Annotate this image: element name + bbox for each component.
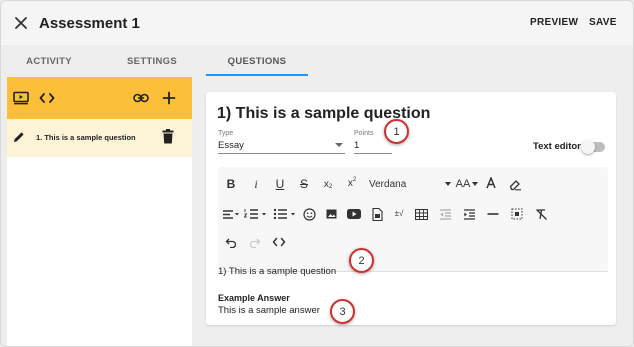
rich-text-editor: B i U S x2 x2 Verdana AA ±√ xyxy=(218,167,608,272)
save-button[interactable]: SAVE xyxy=(589,17,617,28)
insert-video-icon[interactable] xyxy=(346,206,362,222)
font-size-dropdown-arrow-icon[interactable] xyxy=(471,176,479,192)
close-icon[interactable] xyxy=(11,13,31,33)
question-list-panel: 1. This is a sample question xyxy=(7,77,192,346)
bullet-list-icon[interactable] xyxy=(273,206,297,222)
editor-content-text[interactable]: 1) This is a sample question xyxy=(218,266,336,277)
question-list-item[interactable]: 1. This is a sample question xyxy=(7,119,192,157)
text-color-icon[interactable] xyxy=(484,176,498,192)
example-answer-text[interactable]: This is a sample answer xyxy=(218,305,320,316)
tab-questions[interactable]: QUESTIONS xyxy=(206,45,308,77)
clear-formatting-icon[interactable] xyxy=(508,176,522,192)
strikethrough-icon[interactable]: S xyxy=(297,176,311,192)
link-icon[interactable] xyxy=(131,88,151,108)
redo-icon[interactable] xyxy=(248,234,262,250)
bold-icon[interactable]: B xyxy=(224,176,238,192)
page-title: Assessment 1 xyxy=(39,15,140,32)
question-list-toolbar xyxy=(7,77,192,119)
horizontal-rule-icon[interactable] xyxy=(486,206,500,222)
question-card: 1) This is a sample question Type Essay … xyxy=(206,92,616,325)
indent-icon[interactable] xyxy=(462,206,476,222)
example-answer-heading: Example Answer xyxy=(218,293,290,303)
paragraph-align-icon[interactable] xyxy=(222,206,240,222)
tab-bar: ACTIVITY SETTINGS QUESTIONS xyxy=(1,45,633,77)
dropdown-arrow-icon xyxy=(335,143,343,147)
emoji-icon[interactable] xyxy=(302,206,316,222)
preview-button[interactable]: PREVIEW xyxy=(530,17,578,28)
text-editor-toggle-label: Text editor xyxy=(533,141,581,152)
callout-badge: 1 xyxy=(384,119,409,144)
insert-file-icon[interactable] xyxy=(370,206,384,222)
font-dropdown-arrow-icon[interactable] xyxy=(444,176,452,192)
underline-icon[interactable]: U xyxy=(273,176,287,192)
points-field-label: Points xyxy=(354,130,374,137)
superscript-icon[interactable]: x2 xyxy=(344,175,360,191)
code-icon[interactable] xyxy=(37,88,57,108)
special-characters-icon[interactable]: ±√ xyxy=(392,205,406,221)
type-select[interactable]: Essay xyxy=(218,138,345,154)
tab-settings[interactable]: SETTINGS xyxy=(107,45,197,77)
select-all-icon[interactable] xyxy=(510,206,524,222)
add-icon[interactable] xyxy=(159,88,179,108)
app-window: Assessment 1 PREVIEW SAVE ACTIVITY SETTI… xyxy=(0,0,634,347)
tab-activity[interactable]: ACTIVITY xyxy=(1,45,97,77)
question-list-item-label: 1. This is a sample question xyxy=(36,133,136,142)
toggle-knob xyxy=(581,140,595,154)
font-family-select[interactable]: Verdana xyxy=(369,176,429,192)
points-input[interactable]: 1 xyxy=(354,138,392,154)
delete-icon[interactable] xyxy=(162,129,176,145)
code-view-icon[interactable] xyxy=(271,234,287,250)
callout-badge: 2 xyxy=(349,248,374,273)
text-editor-toggle[interactable] xyxy=(581,140,605,154)
font-size-select[interactable]: AA xyxy=(454,176,472,192)
italic-icon[interactable]: i xyxy=(250,176,262,192)
insert-image-icon[interactable] xyxy=(324,206,338,222)
undo-icon[interactable] xyxy=(224,234,238,250)
outdent-icon[interactable] xyxy=(438,206,452,222)
type-field-label: Type xyxy=(218,130,234,137)
callout-badge: 3 xyxy=(330,299,355,324)
type-select-value: Essay xyxy=(218,140,244,151)
edit-icon[interactable] xyxy=(12,129,26,145)
clear-styles-icon[interactable] xyxy=(534,206,548,222)
active-tab-indicator xyxy=(206,74,308,76)
preview-icon[interactable] xyxy=(11,88,31,108)
subscript-icon[interactable]: x2 xyxy=(320,176,336,192)
top-bar: Assessment 1 PREVIEW SAVE xyxy=(1,1,633,45)
insert-table-icon[interactable] xyxy=(414,206,428,222)
numbered-list-icon[interactable] xyxy=(244,206,268,222)
points-input-value: 1 xyxy=(354,140,360,151)
